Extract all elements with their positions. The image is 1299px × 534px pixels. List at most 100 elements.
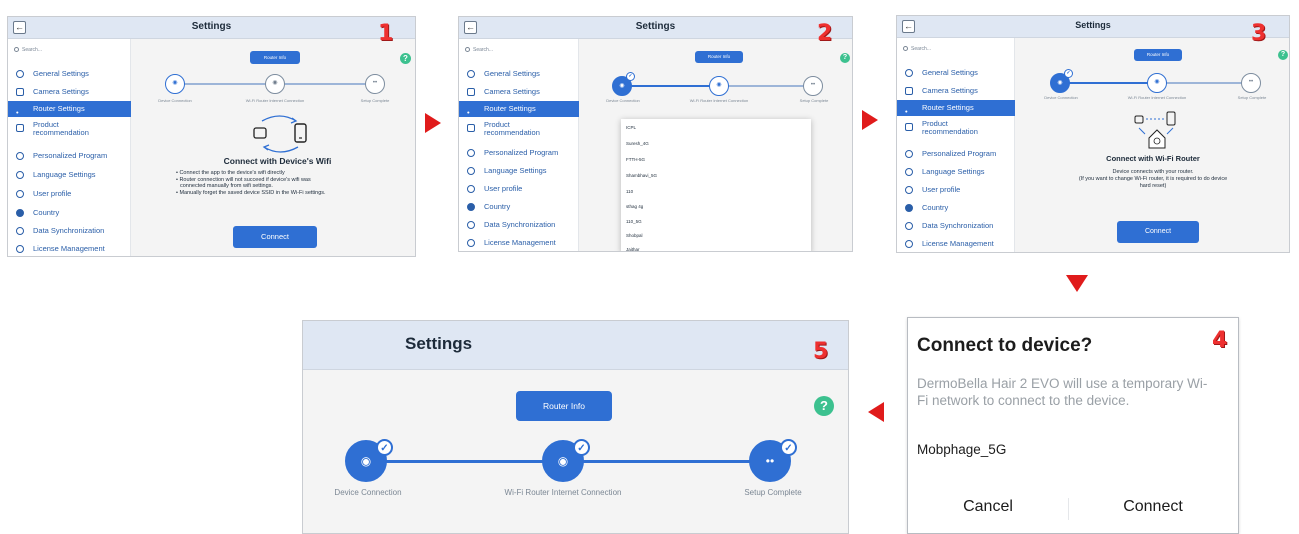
sidebar-item-user-profile[interactable]: User profile <box>8 186 131 202</box>
settings-header: Settings <box>303 321 848 370</box>
sidebar-item-label: Data Synchronization <box>922 221 994 230</box>
sidebar-item-data-sync[interactable]: Data Synchronization <box>459 217 579 233</box>
router-info-button[interactable]: Router Info <box>250 51 300 64</box>
user-icon <box>905 186 913 194</box>
check-icon: ✓ <box>780 439 797 456</box>
sidebar-item-label: Camera Settings <box>922 86 978 95</box>
product-icon <box>16 124 24 132</box>
step-label: Setup Complete <box>360 98 390 103</box>
connect-heading: Connect with Device's Wifi <box>223 156 332 166</box>
router-info-button[interactable]: Router Info <box>1134 49 1182 61</box>
sidebar-item-country[interactable]: Country <box>897 200 1015 216</box>
sidebar-item-user-profile[interactable]: User profile <box>459 181 579 197</box>
router-icon: • <box>16 108 19 117</box>
search-icon <box>903 46 908 51</box>
instruction-line: • Manually forget the saved device SSID … <box>176 189 326 196</box>
progress-line <box>721 85 813 87</box>
sidebar-item-language[interactable]: Language Settings <box>459 163 579 179</box>
sidebar-item-language[interactable]: Language Settings <box>8 167 131 183</box>
gear-icon <box>16 70 24 78</box>
sidebar-item-camera[interactable]: Camera Settings <box>897 83 1015 99</box>
key-icon <box>905 240 913 248</box>
progress-line-done <box>1067 82 1159 84</box>
router-connection-step: ◉ <box>709 76 729 96</box>
wifi-network-item[interactable]: FTTH-5G <box>626 157 645 162</box>
settings-panel-step-1: ← Settings Search... General Settings Ca… <box>7 16 416 257</box>
connect-button[interactable]: Connect <box>1078 498 1228 516</box>
sidebar-item-country[interactable]: Country <box>459 199 579 215</box>
settings-panel-step-5: Settings Router Info ? ◉ ✓ ◉ ✓ •• ✓ Devi… <box>302 320 849 534</box>
wifi-network-item[interactable]: Jaithar <box>626 247 640 251</box>
sidebar-item-label: Data Synchronization <box>484 220 556 229</box>
sidebar-item-label: Data Synchronization <box>33 226 105 235</box>
sidebar-item-general[interactable]: General Settings <box>897 65 1015 81</box>
sidebar-item-personalized[interactable]: Personalized Program <box>8 148 131 164</box>
search-placeholder: Search... <box>911 46 932 52</box>
sidebar-item-camera[interactable]: Camera Settings <box>459 84 579 100</box>
sidebar-item-product[interactable]: Product recommendation <box>897 119 1015 141</box>
sidebar-item-license[interactable]: License Management <box>8 241 131 256</box>
device-connection-step: ◉ <box>165 74 185 94</box>
sidebar-item-product[interactable]: Product recommendation <box>459 120 579 142</box>
sidebar-item-data-sync[interactable]: Data Synchronization <box>897 218 1015 234</box>
search-input[interactable]: Search... <box>903 46 931 52</box>
sidebar-item-label: User profile <box>484 184 523 193</box>
sidebar-item-data-sync[interactable]: Data Synchronization <box>8 223 131 239</box>
flow-arrow-right <box>425 113 441 133</box>
wifi-network-item[interactable]: 110_5G <box>626 219 642 224</box>
connect-button[interactable]: Connect <box>1117 221 1199 243</box>
help-icon[interactable]: ? <box>840 53 850 63</box>
sidebar-item-router[interactable]: • Router Settings <box>8 101 131 117</box>
wifi-network-item[interactable]: 110 <box>626 189 633 194</box>
wifi-network-list[interactable]: ICPL Suresh_4G FTTH-5G Shambhavi_5G 110 … <box>621 119 811 251</box>
sidebar: Search... General Settings Camera Settin… <box>897 38 1015 252</box>
sidebar-item-language[interactable]: Language Settings <box>897 164 1015 180</box>
sidebar-item-product[interactable]: Product recommendation <box>8 120 131 142</box>
key-icon <box>467 239 475 247</box>
settings-panel-step-2: ← Settings Search... General Settings Ca… <box>458 16 853 252</box>
step-label: Device Connection <box>334 488 402 497</box>
step-label: Device Connection <box>1044 95 1078 100</box>
sidebar-item-label: Router Settings <box>484 104 536 113</box>
wifi-network-item[interactable]: Shambhavi_5G <box>626 173 657 178</box>
search-input[interactable]: Search... <box>465 47 493 53</box>
page-title: Settings <box>405 334 473 353</box>
wifi-network-item[interactable]: sthag 4g <box>626 204 643 209</box>
gear-icon <box>905 69 913 77</box>
step-number-4: 4 <box>1212 328 1228 353</box>
connect-button[interactable]: Connect <box>233 226 317 248</box>
sidebar-item-personalized[interactable]: Personalized Program <box>897 146 1015 162</box>
router-info-button[interactable]: Router Info <box>695 51 743 63</box>
gear-icon <box>467 70 475 78</box>
sidebar-item-personalized[interactable]: Personalized Program <box>459 145 579 161</box>
sidebar-item-country[interactable]: Country <box>8 205 131 221</box>
sidebar-item-router[interactable]: • Router Settings <box>897 100 1015 116</box>
sidebar-item-router[interactable]: • Router Settings <box>459 101 579 117</box>
camera-icon <box>16 88 24 96</box>
search-input[interactable]: Search... <box>14 47 42 53</box>
sidebar-item-user-profile[interactable]: User profile <box>897 182 1015 198</box>
step-label: Device Connection <box>158 98 192 103</box>
router-info-button[interactable]: Router Info <box>516 391 612 421</box>
dialog-title: Connect to device? <box>917 335 1093 356</box>
sidebar-item-camera[interactable]: Camera Settings <box>8 84 131 100</box>
person-icon <box>16 152 24 160</box>
wifi-network-item[interactable]: Suresh_4G <box>626 141 649 146</box>
sidebar-item-general[interactable]: General Settings <box>459 66 579 82</box>
step-label: Setup Complete <box>799 98 829 103</box>
globe-icon <box>16 171 24 179</box>
help-icon[interactable]: ? <box>814 396 834 416</box>
wifi-network-item[interactable]: ICPL <box>626 125 636 130</box>
sidebar-item-license[interactable]: License Management <box>459 235 579 251</box>
sidebar-item-license[interactable]: License Management <box>897 236 1015 252</box>
country-icon <box>905 204 913 212</box>
globe-icon <box>467 167 475 175</box>
cloud-icon <box>905 222 913 230</box>
person-icon <box>467 149 475 157</box>
sidebar-item-general[interactable]: General Settings <box>8 66 131 82</box>
help-icon[interactable]: ? <box>1278 50 1288 60</box>
help-icon[interactable]: ? <box>400 53 411 64</box>
cancel-button[interactable]: Cancel <box>918 498 1058 516</box>
sidebar: Search... General Settings Camera Settin… <box>8 39 131 256</box>
wifi-network-item[interactable]: Shobpal <box>626 233 643 238</box>
